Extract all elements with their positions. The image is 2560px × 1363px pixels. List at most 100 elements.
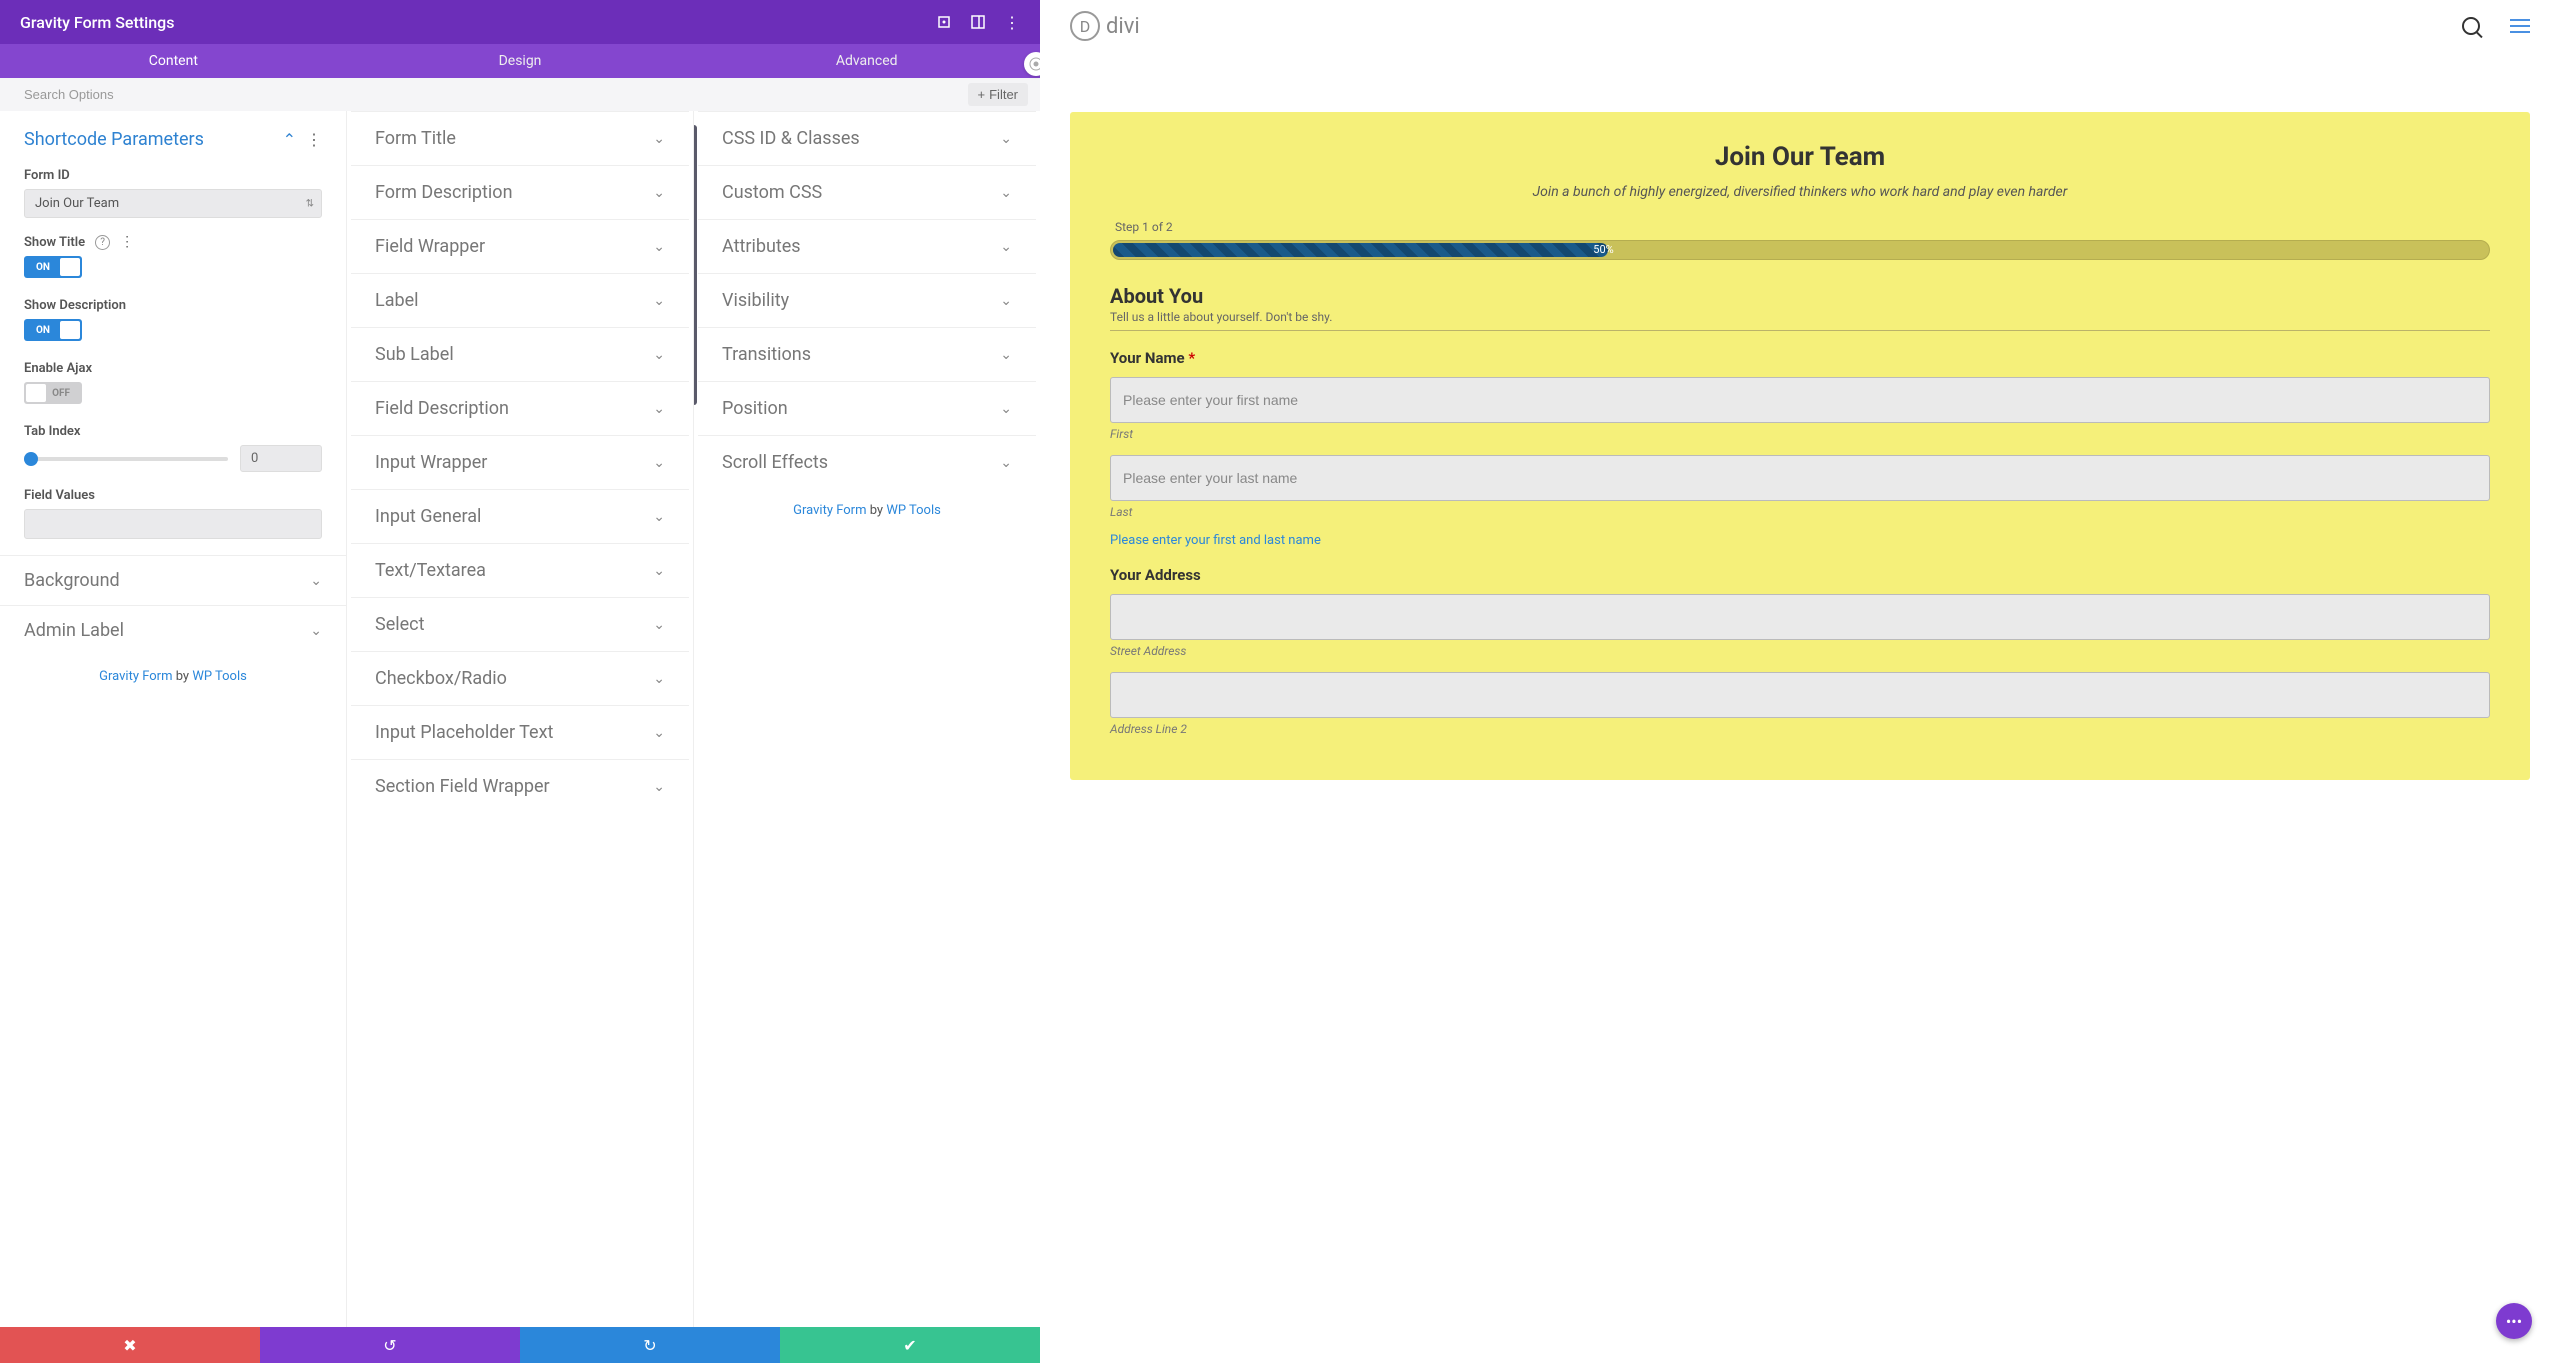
expand-icon[interactable] [936, 14, 952, 30]
chevron-down-icon: ⌄ [653, 779, 665, 795]
search-input[interactable] [24, 87, 968, 102]
show-desc-toggle[interactable]: ON [24, 319, 82, 341]
advanced-item-position[interactable]: Position⌄ [698, 381, 1036, 435]
gravity-link[interactable]: Gravity Form [793, 503, 866, 518]
chevron-down-icon: ⌄ [1000, 131, 1012, 147]
progress-bar: 50% [1110, 240, 2490, 260]
enable-ajax-toggle[interactable]: OFF [24, 382, 82, 404]
footer-actions: ✖ ↺ ↻ ✔ [0, 1327, 1040, 1363]
fab-button[interactable]: ••• [2496, 1303, 2532, 1339]
design-item-field-wrapper[interactable]: Field Wrapper⌄ [351, 219, 689, 273]
help-icon[interactable]: ? [95, 235, 110, 250]
chevron-down-icon: ⌄ [653, 401, 665, 417]
design-item-input-general[interactable]: Input General⌄ [351, 489, 689, 543]
settings-panel: Gravity Form Settings ⋮ Content Design A… [0, 0, 1040, 1363]
advanced-item-scroll-effects[interactable]: Scroll Effects⌄ [698, 435, 1036, 489]
design-item-sub-label[interactable]: Sub Label⌄ [351, 327, 689, 381]
collapse-icon[interactable]: ⌃ [283, 130, 296, 149]
design-item-form-title[interactable]: Form Title⌄ [351, 111, 689, 165]
undo-button[interactable]: ↺ [260, 1327, 520, 1363]
show-title-toggle[interactable]: ON [24, 256, 82, 278]
tab-index-value[interactable]: 0 [240, 445, 322, 472]
scroll-indicator[interactable] [694, 125, 697, 405]
form-id-label: Form ID [24, 168, 322, 183]
field-values-input[interactable] [24, 509, 322, 539]
divi-logo: D divi [1070, 11, 1140, 41]
header-title: Gravity Form Settings [20, 13, 174, 32]
preview-header: D divi [1040, 0, 2560, 52]
form-title: Join Our Team [1110, 142, 2490, 172]
design-item-label[interactable]: Label⌄ [351, 273, 689, 327]
advanced-item-attributes[interactable]: Attributes⌄ [698, 219, 1036, 273]
section-menu-icon[interactable]: ⋮ [306, 130, 322, 149]
step-label: Step 1 of 2 [1110, 220, 2490, 234]
tab-index-slider[interactable] [24, 457, 228, 461]
tab-index-label: Tab Index [24, 424, 322, 439]
chevron-down-icon: ⌄ [1000, 239, 1012, 255]
tab-design[interactable]: Design [347, 44, 694, 78]
preview-panel: D divi Join Our Team Join a bunch of hig… [1040, 0, 2560, 1363]
credits: Gravity Form by WP Tools [0, 655, 346, 698]
content-column: Shortcode Parameters ⌃ ⋮ Form ID Join Ou… [0, 111, 347, 1327]
search-icon[interactable] [2462, 17, 2480, 35]
first-name-input[interactable] [1110, 377, 2490, 423]
filter-button[interactable]: +Filter [968, 83, 1028, 106]
background-section[interactable]: Background ⌄ [0, 555, 346, 605]
hamburger-icon[interactable] [2510, 19, 2530, 33]
tab-advanced[interactable]: Advanced [693, 44, 1040, 78]
advanced-item-custom-css[interactable]: Custom CSS⌄ [698, 165, 1036, 219]
field-menu-icon[interactable]: ⋮ [120, 234, 134, 250]
design-column: Form Title⌄Form Description⌄Field Wrappe… [347, 111, 694, 1327]
design-item-form-description[interactable]: Form Description⌄ [351, 165, 689, 219]
design-item-text-textarea[interactable]: Text/Textarea⌄ [351, 543, 689, 597]
admin-label-section[interactable]: Admin Label ⌄ [0, 605, 346, 655]
save-button[interactable]: ✔ [780, 1327, 1040, 1363]
shortcode-section-header[interactable]: Shortcode Parameters ⌃ ⋮ [0, 111, 346, 168]
form-id-select[interactable]: Join Our Team [24, 189, 322, 218]
form-subtitle: Join a bunch of highly energized, divers… [1110, 184, 2490, 200]
design-item-input-placeholder-text[interactable]: Input Placeholder Text⌄ [351, 705, 689, 759]
chevron-down-icon: ⌄ [653, 617, 665, 633]
chevron-down-icon: ⌄ [1000, 185, 1012, 201]
redo-button[interactable]: ↻ [520, 1327, 780, 1363]
street-sublabel: Street Address [1110, 644, 2490, 658]
design-item-input-wrapper[interactable]: Input Wrapper⌄ [351, 435, 689, 489]
advanced-item-visibility[interactable]: Visibility⌄ [698, 273, 1036, 327]
menu-icon[interactable]: ⋮ [1004, 14, 1020, 30]
chevron-down-icon: ⌄ [1000, 455, 1012, 471]
enable-ajax-label: Enable Ajax [24, 361, 322, 376]
chevron-down-icon: ⌄ [653, 563, 665, 579]
chevron-down-icon: ⌄ [653, 509, 665, 525]
chevron-down-icon: ⌄ [1000, 293, 1012, 309]
form-preview: Join Our Team Join a bunch of highly ene… [1070, 112, 2530, 780]
chevron-down-icon: ⌄ [1000, 347, 1012, 363]
section-title: About You [1110, 284, 2490, 308]
last-sublabel: Last [1110, 505, 2490, 519]
address-label: Your Address [1110, 566, 2490, 584]
design-item-field-description[interactable]: Field Description⌄ [351, 381, 689, 435]
design-item-checkbox-radio[interactable]: Checkbox/Radio⌄ [351, 651, 689, 705]
cancel-button[interactable]: ✖ [0, 1327, 260, 1363]
advanced-column: CSS ID & Classes⌄Custom CSS⌄Attributes⌄V… [694, 111, 1040, 1327]
address-line2-input[interactable] [1110, 672, 2490, 718]
show-desc-label: Show Description [24, 298, 322, 313]
gravity-link[interactable]: Gravity Form [99, 669, 172, 684]
advanced-item-css-id-classes[interactable]: CSS ID & Classes⌄ [698, 111, 1036, 165]
chevron-down-icon: ⌄ [653, 347, 665, 363]
show-title-label: Show Title [24, 235, 85, 250]
wptools-link[interactable]: WP Tools [886, 503, 941, 518]
wptools-link[interactable]: WP Tools [192, 669, 247, 684]
last-name-input[interactable] [1110, 455, 2490, 501]
settings-header: Gravity Form Settings ⋮ [0, 0, 1040, 44]
search-bar: +Filter [0, 78, 1040, 111]
advanced-item-transitions[interactable]: Transitions⌄ [698, 327, 1036, 381]
design-item-section-field-wrapper[interactable]: Section Field Wrapper⌄ [351, 759, 689, 813]
chevron-down-icon: ⌄ [1000, 401, 1012, 417]
street-address-input[interactable] [1110, 594, 2490, 640]
chevron-down-icon: ⌄ [653, 131, 665, 147]
section-desc: Tell us a little about yourself. Don't b… [1110, 310, 2490, 324]
credits: Gravity Form by WP Tools [694, 489, 1040, 532]
tab-content[interactable]: Content [0, 44, 347, 78]
layout-icon[interactable] [970, 14, 986, 30]
design-item-select[interactable]: Select⌄ [351, 597, 689, 651]
